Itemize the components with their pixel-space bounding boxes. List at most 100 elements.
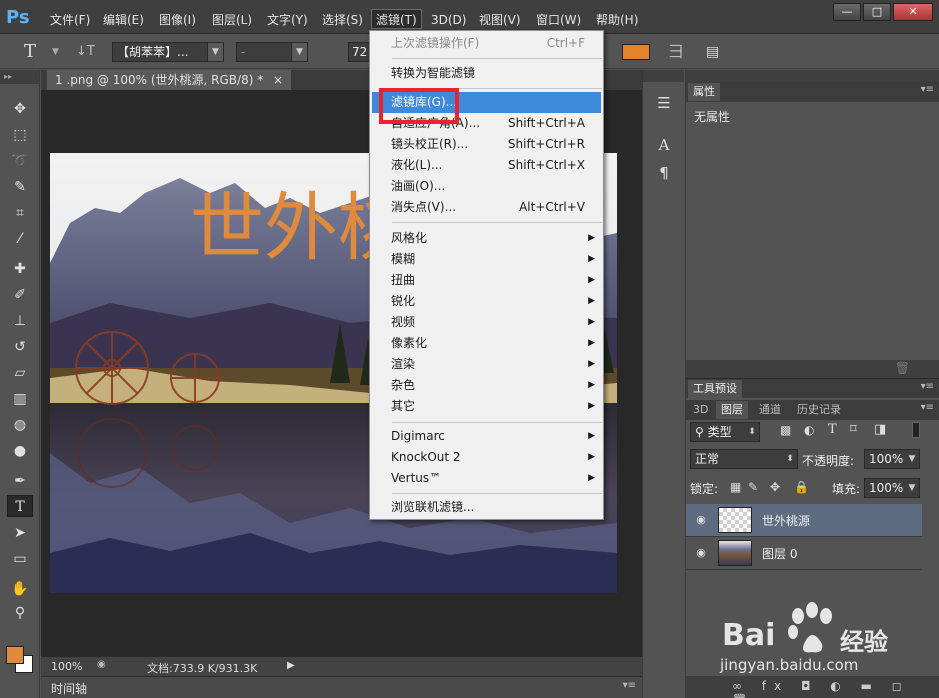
chevron-down-icon[interactable]: ▼ <box>52 41 59 63</box>
menu-item-lens-correction[interactable]: 镜头校正(R)... Shift+Ctrl+R <box>372 134 601 155</box>
panel-menu-icon[interactable]: ▾≡ <box>921 381 934 392</box>
menu-item-vanishing-point[interactable]: 消失点(V)... Alt+Ctrl+V <box>372 197 601 218</box>
maximize-button[interactable]: □ <box>863 3 891 21</box>
visibility-eye-icon[interactable]: ◉ <box>694 513 708 527</box>
eraser-tool-icon[interactable]: ▱ <box>7 362 33 384</box>
menu-image[interactable]: 图像(I) <box>155 10 200 30</box>
move-tool-icon[interactable]: ✥ <box>7 98 33 120</box>
menu-view[interactable]: 视图(V) <box>475 10 525 30</box>
menu-edit[interactable]: 编辑(E) <box>99 10 148 30</box>
document-tab[interactable]: 1 .png @ 100% (世外桃源, RGB/8) * × <box>47 70 292 90</box>
lock-all-icon[interactable]: 🔒 <box>794 480 809 494</box>
type-filter-icon[interactable]: T <box>828 422 837 437</box>
lock-brush-icon[interactable]: ✎ <box>748 480 758 494</box>
menu-file[interactable]: 文件(F) <box>46 10 94 30</box>
layer-filter-select[interactable]: ⚲ 类型 ⬍ <box>690 422 760 442</box>
layer-row[interactable]: ◉ 世外桃源 <box>686 504 922 537</box>
close-icon[interactable]: × <box>273 73 283 87</box>
menu-layer[interactable]: 图层(L) <box>208 10 256 30</box>
panel-collapse-icon[interactable]: ▸▸ <box>0 70 39 84</box>
zoom-tool-icon[interactable]: ⚲ <box>7 602 33 624</box>
tab-channels[interactable]: 通道 <box>754 401 786 419</box>
blur-tool-icon[interactable]: ◍ <box>7 414 33 436</box>
hand-tool-icon[interactable]: ✋ <box>7 578 33 600</box>
character-panel-icon[interactable]: A <box>653 134 675 156</box>
tab-properties[interactable]: 属性 <box>688 83 720 101</box>
tab-3d[interactable]: 3D <box>688 401 713 419</box>
menu-item-distort[interactable]: 扭曲 ▶ <box>372 270 601 291</box>
font-size-input[interactable]: 72 <box>348 42 370 62</box>
pen-tool-icon[interactable]: ✒ <box>7 470 33 492</box>
text-orientation-icon[interactable]: ↓T <box>76 41 95 63</box>
menu-select[interactable]: 选择(S) <box>318 10 367 30</box>
menu-item-digimarc[interactable]: Digimarc ▶ <box>372 426 601 447</box>
lock-transparent-icon[interactable]: ▦ <box>730 480 741 494</box>
timeline-tab[interactable]: 时间轴 <box>51 680 87 697</box>
tab-history[interactable]: 历史记录 <box>792 401 846 419</box>
crop-tool-icon[interactable]: ⌗ <box>7 202 33 224</box>
minimize-button[interactable]: — <box>833 3 861 21</box>
text-color-swatch[interactable] <box>622 44 650 60</box>
smart-object-filter-icon[interactable]: ◨ <box>874 422 886 437</box>
menu-item-convert-smart-filter[interactable]: 转换为智能滤镜 <box>372 63 601 84</box>
menu-item-knockout[interactable]: KnockOut 2 ▶ <box>372 447 601 468</box>
eyedropper-tool-icon[interactable]: ⁄ <box>7 228 33 250</box>
panel-menu-icon[interactable]: ▾≡ <box>623 680 636 691</box>
path-selection-tool-icon[interactable]: ➤ <box>7 522 33 544</box>
warp-text-icon[interactable]: ⺕ <box>668 41 684 63</box>
clone-stamp-tool-icon[interactable]: ⊥ <box>7 310 33 332</box>
fill-input[interactable]: 100% ▼ <box>864 478 920 498</box>
layer-row[interactable]: ◉ 图层 0 <box>686 537 922 570</box>
menu-filter[interactable]: 滤镜(T) <box>371 9 422 29</box>
brush-tool-icon[interactable]: ✐ <box>7 284 33 306</box>
menu-item-blur[interactable]: 模糊 ▶ <box>372 249 601 270</box>
font-style-select[interactable]: - ▼ <box>236 42 308 62</box>
status-menu-arrow-icon[interactable]: ▶ <box>287 660 295 671</box>
history-brush-tool-icon[interactable]: ↺ <box>7 336 33 358</box>
panel-menu-icon[interactable]: ▾≡ <box>921 84 934 95</box>
font-family-select[interactable]: 【胡苯苯】... ▼ <box>112 42 224 62</box>
marquee-tool-icon[interactable]: ⬚ <box>7 124 33 146</box>
menu-type[interactable]: 文字(Y) <box>263 10 312 30</box>
close-button[interactable]: ✕ <box>893 3 933 21</box>
menu-item-other[interactable]: 其它 ▶ <box>372 396 601 417</box>
image-filter-icon[interactable]: ▩ <box>780 423 791 437</box>
rectangle-tool-icon[interactable]: ▭ <box>7 548 33 570</box>
menu-item-liquify[interactable]: 液化(L)... Shift+Ctrl+X <box>372 155 601 176</box>
menu-help[interactable]: 帮助(H) <box>592 10 642 30</box>
lock-move-icon[interactable]: ✥ <box>770 480 780 494</box>
foreground-color-swatch[interactable] <box>6 646 24 664</box>
character-panel-icon[interactable]: ▤ <box>706 41 719 63</box>
quick-select-tool-icon[interactable]: ✎ <box>7 176 33 198</box>
menu-item-oil-paint[interactable]: 油画(O)... <box>372 176 601 197</box>
menu-item-noise[interactable]: 杂色 ▶ <box>372 375 601 396</box>
paragraph-panel-icon[interactable]: ¶ <box>653 162 675 184</box>
tab-layers[interactable]: 图层 <box>716 401 748 419</box>
type-tool-icon[interactable]: T <box>24 41 36 63</box>
panel-menu-icon[interactable]: ▾≡ <box>921 402 934 413</box>
blend-mode-select[interactable]: 正常 ⬍ <box>690 449 798 469</box>
menu-window[interactable]: 窗口(W) <box>532 10 585 30</box>
zoom-level[interactable]: 100% <box>51 660 82 673</box>
adjustment-filter-icon[interactable]: ◐ <box>804 423 814 437</box>
menu-item-browse-online-filters[interactable]: 浏览联机滤镜... <box>372 497 601 518</box>
menu-item-vertus[interactable]: Vertus™ ▶ <box>372 468 601 489</box>
shape-filter-icon[interactable]: ⌑ <box>850 422 857 437</box>
menu-item-render[interactable]: 渲染 ▶ <box>372 354 601 375</box>
opacity-input[interactable]: 100% ▼ <box>864 449 920 469</box>
filter-toggle[interactable] <box>912 422 920 438</box>
menu-item-video[interactable]: 视频 ▶ <box>372 312 601 333</box>
trash-icon[interactable]: 🗑 <box>895 361 910 375</box>
tab-tool-presets[interactable]: 工具预设 <box>688 380 742 398</box>
dodge-tool-icon[interactable]: ● <box>7 440 33 462</box>
lasso-tool-icon[interactable]: ➰ <box>7 150 33 172</box>
menu-3d[interactable]: 3D(D) <box>427 10 470 30</box>
healing-brush-tool-icon[interactable]: ✚ <box>7 258 33 280</box>
history-panel-icon[interactable]: ☰ <box>653 92 675 114</box>
visibility-eye-icon[interactable]: ◉ <box>694 546 708 560</box>
menu-item-pixelate[interactable]: 像素化 ▶ <box>372 333 601 354</box>
menu-item-stylize[interactable]: 风格化 ▶ <box>372 228 601 249</box>
share-icon[interactable]: ◉ <box>97 659 106 670</box>
gradient-tool-icon[interactable]: ▥ <box>7 388 33 410</box>
layer-actions-icons[interactable]: ∞ fx ◘ ◐ ▬ ◻ 🗑 <box>732 679 939 698</box>
